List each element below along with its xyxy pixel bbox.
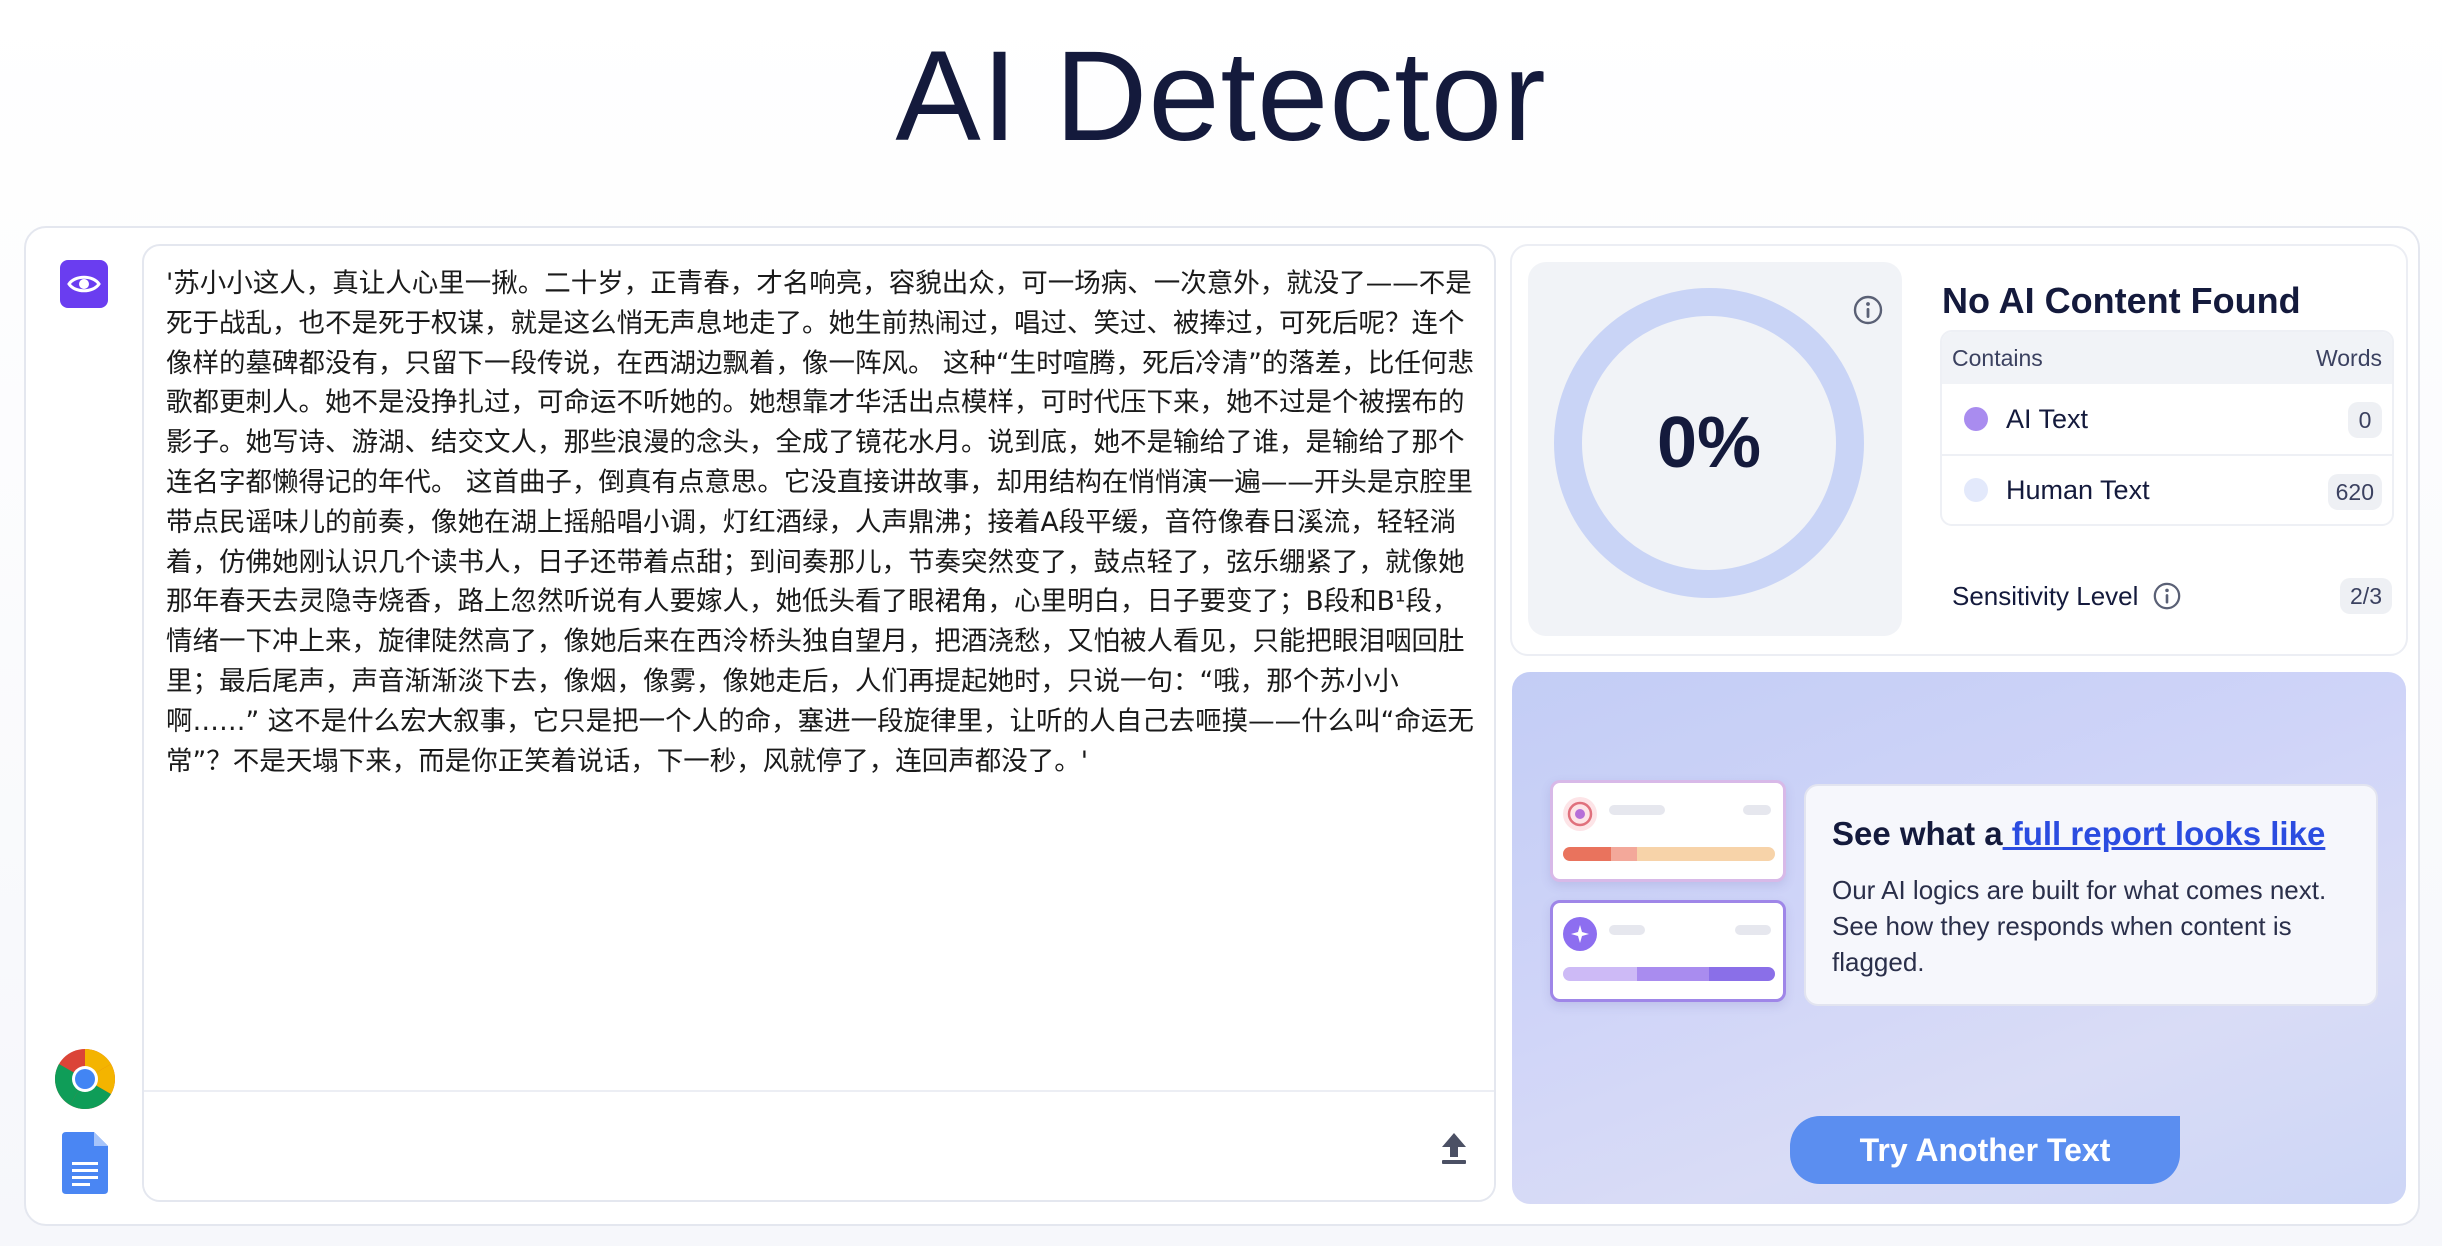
score-panel: 0% <box>1528 262 1902 636</box>
ai-text-dot <box>1964 407 1988 431</box>
sensitivity-label: Sensitivity Level <box>1952 580 2139 611</box>
human-word-count: 620 <box>2327 474 2382 510</box>
promo-text-box: See what a full report looks like Our AI… <box>1804 784 2378 1006</box>
preview-bar-segment <box>1637 847 1775 861</box>
eye-icon[interactable] <box>60 260 108 308</box>
info-icon[interactable] <box>2152 581 2182 611</box>
table-row-ai-text: AI Text 0 <box>1942 384 2392 454</box>
sparkle-icon <box>1563 917 1597 951</box>
report-preview-card-1 <box>1550 780 1786 882</box>
preview-bar <box>1563 967 1775 981</box>
table-header: Contains Words <box>1942 332 2392 384</box>
score-value: 0% <box>1656 403 1762 483</box>
text-input[interactable]: '苏小小这人，真让人心里一揪。二十岁，正青春，才名响亮，容貌出众，可一场病、一次… <box>166 264 1476 1094</box>
word-count-table: Contains Words AI Text 0 Human Text 620 <box>1940 330 2394 526</box>
preview-bar-segment <box>1709 967 1775 981</box>
full-report-promo: See what a full report looks like Our AI… <box>1512 672 2406 1204</box>
info-icon[interactable] <box>1852 294 1884 326</box>
human-text-dot <box>1964 478 1988 502</box>
table-row-human-text: Human Text 620 <box>1942 454 2392 524</box>
result-title: No AI Content Found <box>1942 280 2301 321</box>
promo-heading-prefix: See what a <box>1832 815 2003 852</box>
preview-line <box>1735 925 1771 935</box>
promo-description: Our AI logics are built for what comes n… <box>1832 875 2327 977</box>
try-another-text-button[interactable]: Try Another Text <box>1790 1116 2180 1184</box>
preview-line <box>1609 925 1645 935</box>
target-icon <box>1563 797 1597 831</box>
sensitivity-level: Sensitivity Level 2/3 <box>1952 574 2392 618</box>
row-label: Human Text <box>2006 474 2150 505</box>
report-preview-card-2 <box>1550 900 1786 1002</box>
google-docs-icon[interactable] <box>62 1132 108 1194</box>
preview-line <box>1743 805 1771 815</box>
results-panel: 0% No AI Content Found Contains Words AI… <box>1510 244 2408 656</box>
detector-card: '苏小小这人，真让人心里一揪。二十岁，正青春，才名响亮，容貌出众，可一场病、一次… <box>24 226 2420 1226</box>
text-input-panel[interactable]: '苏小小这人，真让人心里一揪。二十岁，正青春，才名响亮，容貌出众，可一场病、一次… <box>142 244 1496 1202</box>
preview-line <box>1609 805 1665 815</box>
sensitivity-value[interactable]: 2/3 <box>2340 578 2392 614</box>
preview-bar-segment <box>1611 847 1637 861</box>
preview-bar-segment <box>1637 967 1709 981</box>
chrome-icon[interactable] <box>54 1048 116 1110</box>
ai-word-count: 0 <box>2348 402 2382 438</box>
upload-icon[interactable] <box>1434 1126 1474 1170</box>
preview-bar-segment <box>1563 847 1611 861</box>
text-input-footer <box>144 1090 1494 1200</box>
promo-heading: See what a full report looks like <box>1832 814 2350 854</box>
col-contains: Contains <box>1952 344 2043 371</box>
page-title: AI Detector <box>895 25 1547 168</box>
preview-bar-segment <box>1563 967 1637 981</box>
full-report-link[interactable]: full report looks like <box>2003 815 2326 852</box>
row-label: AI Text <box>2006 403 2089 434</box>
preview-bar <box>1563 847 1775 861</box>
col-words: Words <box>2315 344 2382 371</box>
